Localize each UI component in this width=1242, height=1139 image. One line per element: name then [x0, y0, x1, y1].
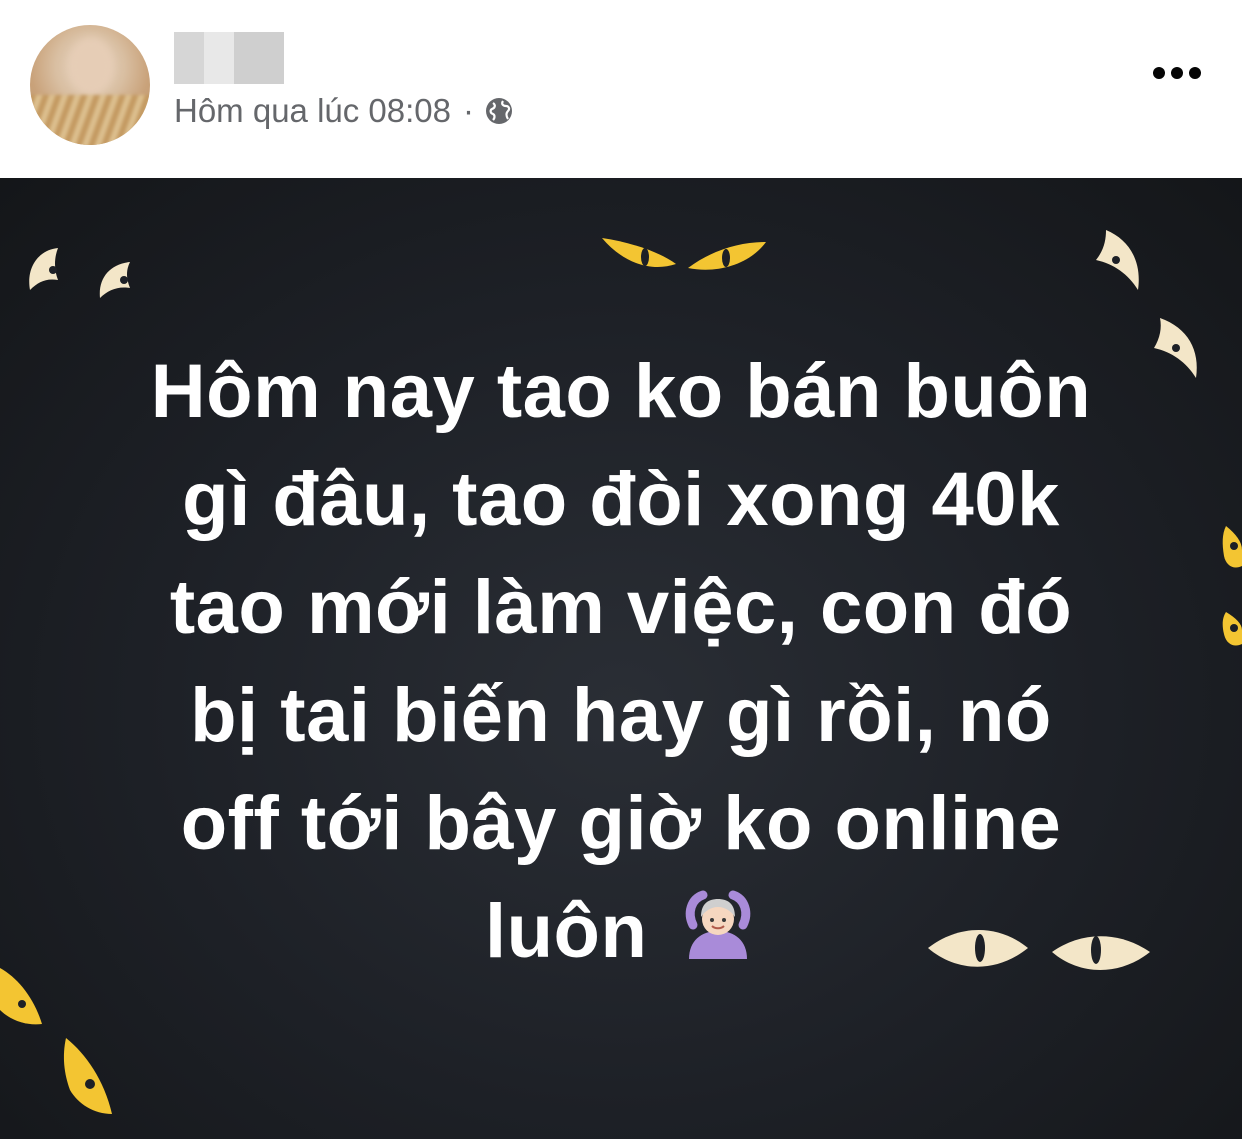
- post-body-text: Hôm nay tao ko bán buôn gì đâu, tao đòi …: [60, 338, 1182, 986]
- crescent-eye-icon: [1096, 230, 1139, 290]
- yellow-eye-icon: [63, 1038, 112, 1114]
- status-background-canvas: Hôm nay tao ko bán buôn gì đâu, tao đòi …: [0, 178, 1242, 1139]
- yellow-eye-icon: [688, 242, 766, 270]
- post-header: Hôm qua lúc 08:08 ·: [0, 0, 1242, 178]
- yellow-eye-icon: [0, 968, 42, 1025]
- globe-icon[interactable]: [484, 96, 514, 126]
- post-timestamp[interactable]: Hôm qua lúc 08:08: [174, 92, 451, 130]
- person-gesturing-ok-icon: [685, 890, 751, 959]
- crescent-eye-icon: [99, 262, 130, 298]
- avatar[interactable]: [30, 25, 150, 145]
- yellow-eye-icon: [1222, 526, 1242, 568]
- avatar-background: [30, 95, 150, 145]
- avatar-blurred-face: [68, 37, 114, 95]
- crescent-eye-icon: [29, 248, 58, 290]
- post-meta: Hôm qua lúc 08:08 ·: [174, 92, 514, 130]
- yellow-eye-icon: [1222, 612, 1242, 646]
- facebook-post: Hôm qua lúc 08:08 · Hôm nay tao ko bán b…: [0, 0, 1242, 1139]
- yellow-eye-icon: [602, 238, 676, 267]
- more-options-icon[interactable]: [1150, 58, 1204, 88]
- post-text-content: Hôm nay tao ko bán buôn gì đâu, tao đòi …: [150, 349, 1092, 974]
- meta-separator: ·: [463, 92, 475, 129]
- author-name-redacted[interactable]: [174, 32, 284, 84]
